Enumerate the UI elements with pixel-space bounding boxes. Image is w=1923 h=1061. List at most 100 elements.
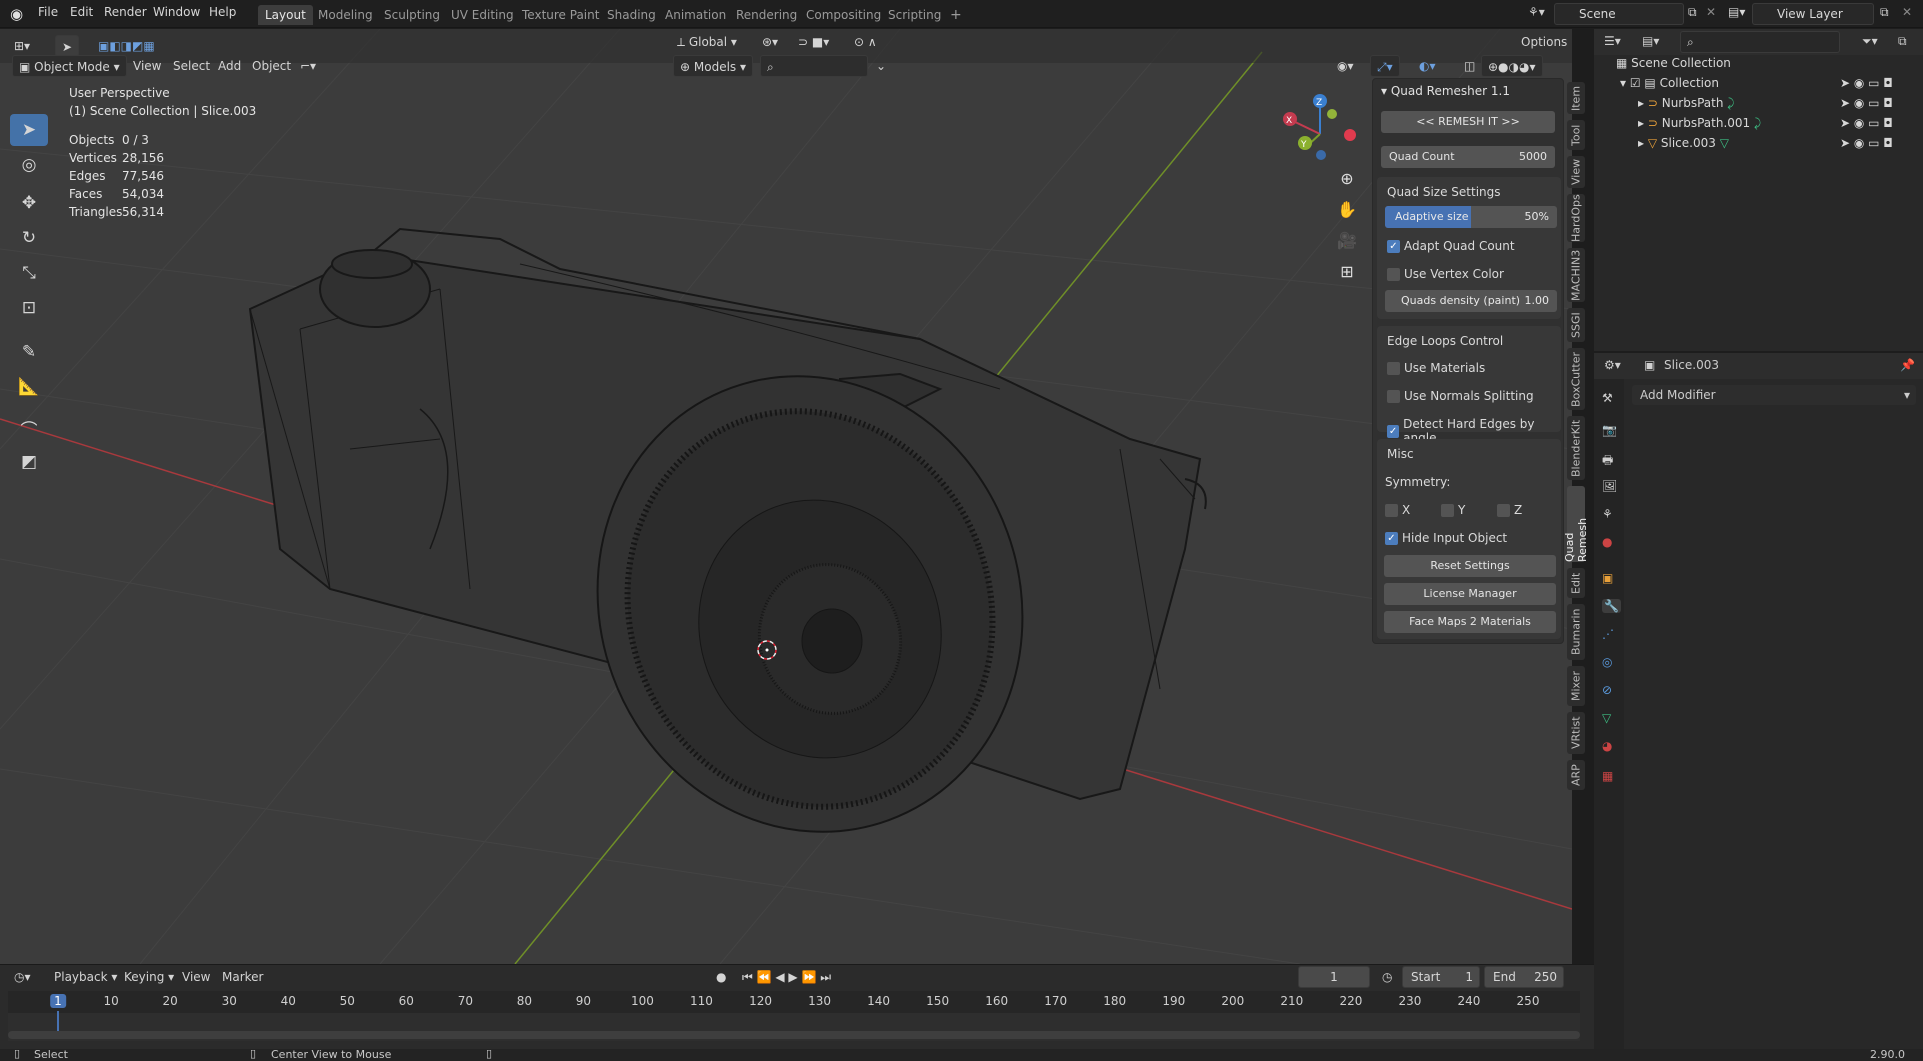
outliner-item-nurbspath-001[interactable]: ▸ ⊃ NurbsPath.001 ⤸ ➤ ◉ ▭ ◘ [1594,113,1923,133]
scene-field[interactable]: Scene [1554,3,1684,25]
adaptive-size-slider[interactable]: Adaptive size 50% [1385,206,1557,228]
gizmo-toggle-icon[interactable]: ⤢▾ [1370,55,1400,77]
row-visibility-icons[interactable]: ➤ ◉ ▭ ◘ [1840,93,1893,113]
tab-scripting[interactable]: Scripting [881,5,948,25]
timeline-scrollbar[interactable] [8,1031,1580,1039]
tab-arp[interactable]: ARP [1567,760,1585,790]
row-visibility-icons[interactable]: ➤ ◉ ▭ ◘ [1840,113,1893,133]
menu-view[interactable]: View [127,55,167,77]
tab-texture-paint[interactable]: Texture Paint [515,5,606,25]
boxcutter-tool-icon[interactable]: ◩ [10,446,48,478]
menu-help[interactable]: Help [209,5,236,19]
symmetry-y-checkbox[interactable]: Y [1441,503,1465,517]
filter-funnel-icon[interactable]: ⏷▾ [1862,34,1878,49]
pan-hand-icon[interactable]: ✋ [1333,196,1361,222]
tab-boxcutter[interactable]: BoxCutter [1567,348,1585,410]
move-tool-icon[interactable]: ✥ [10,187,48,219]
menu-add[interactable]: Add [212,55,247,77]
scene-selector-icon[interactable]: ⚘▾ [1528,5,1545,19]
add-workspace-button[interactable]: + [943,5,969,25]
properties-editor-icon[interactable]: ⚙▾ [1604,358,1621,372]
grease-pencil-icon[interactable]: ⌐▾ [294,55,322,77]
tab-blenderkit[interactable]: BlenderKit [1567,416,1585,480]
tab-view[interactable]: View [1567,156,1585,188]
snap-icon[interactable]: ⊃ ■▾ [792,31,835,53]
remesh-it-button[interactable]: << REMESH IT >> [1381,111,1555,133]
transform-tool-icon[interactable]: ⊡ [10,292,48,324]
quads-density-field[interactable]: Quads density (paint) 1.00 [1385,290,1557,312]
menu-object[interactable]: Object [246,55,297,77]
reset-settings-button[interactable]: Reset Settings [1384,555,1556,577]
options-button[interactable]: Options ▾ [1515,31,1572,71]
pivot-icon[interactable]: ⊛▾ [756,31,784,53]
annotate-tool-icon[interactable]: ✎ [10,336,48,368]
xray-icon[interactable]: ◫ [1458,55,1481,77]
3d-viewport[interactable]: Z X Y ⊞▾ ➤ ▣◧◨◩▦ ▣ Object Mode ▾ View Se… [0,29,1572,964]
curve-tool-icon[interactable]: ⌒ [10,412,48,444]
material-props-icon[interactable]: ◕ [1602,739,1612,753]
zoom-icon[interactable]: ⊕ [1333,165,1361,191]
current-frame-field[interactable]: 1 [1298,966,1370,988]
output-props-icon[interactable]: 🖶 [1602,451,1613,472]
use-normals-checkbox[interactable]: Use Normals Splitting [1387,389,1534,403]
panel-header[interactable]: ▾ Quad Remesher 1.1 [1373,79,1563,103]
modifier-props-icon[interactable]: 🔧 [1602,599,1621,613]
menu-file[interactable]: File [38,5,58,19]
tab-compositing[interactable]: Compositing [799,5,888,25]
row-visibility-icons[interactable]: ➤ ◉ ▭ ◘ [1840,133,1893,153]
render-props-icon[interactable]: 📷 [1602,423,1617,437]
texture-props-icon[interactable]: ▦ [1602,769,1613,783]
measure-tool-icon[interactable]: 📐 [10,371,48,403]
particles-props-icon[interactable]: ⋰ [1602,627,1614,641]
world-props-icon[interactable]: ● [1602,535,1612,549]
add-modifier-dropdown[interactable]: Add Modifier ▾ [1632,385,1916,405]
overlay-toggle-icon[interactable]: ◐▾ [1413,55,1442,77]
delete-scene-icon[interactable]: ✕ [1706,5,1716,19]
tool-props-icon[interactable]: ⚒ [1602,391,1613,405]
symmetry-x-checkbox[interactable]: X [1385,503,1410,517]
physics-props-icon[interactable]: ◎ [1602,655,1612,669]
new-scene-icon[interactable]: ⧉ [1688,5,1697,20]
timeline-view-menu[interactable]: View [176,966,216,988]
tab-tool[interactable]: Tool [1567,120,1585,150]
constraints-props-icon[interactable]: ⊘ [1602,683,1612,697]
visibility-icon[interactable]: ◉▾ [1331,55,1360,77]
outliner-search-input[interactable]: ⌕ [1680,31,1840,53]
marker-menu[interactable]: Marker [216,966,269,988]
tab-hardops[interactable]: HardOps [1567,194,1585,242]
menu-render[interactable]: Render [104,5,147,19]
menu-select[interactable]: Select [167,55,216,77]
mode-dropdown[interactable]: ▣ Object Mode ▾ [12,55,127,77]
orientation-dropdown[interactable]: ⟂ Global ▾ [671,31,743,53]
shading-modes-icons[interactable]: ⊕●◑◕▾ [1481,55,1543,77]
proportional-edit-icon[interactable]: ⊙ ∧ [848,31,883,53]
tab-vrtist[interactable]: VRtist [1567,712,1585,754]
end-frame-field[interactable]: End 250 [1484,966,1564,988]
playback-controls-icons[interactable]: ⏮ ⏪ ◀ ▶ ⏩ ⏭ [736,966,837,988]
rotate-tool-icon[interactable]: ↻ [10,222,48,254]
outliner-collection-row[interactable]: ▾ ☑ ▤ Collection ➤ ◉ ▭ ◘ [1594,73,1923,93]
new-view-layer-icon[interactable]: ⧉ [1880,5,1889,20]
menu-edit[interactable]: Edit [70,5,93,19]
tab-rendering[interactable]: Rendering [729,5,804,25]
row-visibility-icons[interactable]: ➤ ◉ ▭ ◘ [1840,73,1893,93]
tab-layout[interactable]: Layout [258,5,313,25]
menu-window[interactable]: Window [153,5,200,19]
tab-sculpting[interactable]: Sculpting [377,5,447,25]
blender-logo-icon[interactable]: ◉ [10,5,23,23]
tab-machin3[interactable]: MACHIN3 [1567,248,1585,302]
ortho-grid-icon[interactable]: ⊞ [1333,258,1361,284]
outliner-item-slice-003[interactable]: ▸ ▽ Slice.003 ▽ ➤ ◉ ▭ ◘ [1594,133,1923,153]
adapt-quad-count-checkbox[interactable]: ✓ Adapt Quad Count [1387,239,1515,253]
tab-item[interactable]: Item [1567,82,1585,114]
tab-quad-remesh[interactable]: Quad Remesh [1563,486,1589,562]
select-box-tool-icon[interactable]: ➤ [10,114,48,146]
keying-menu[interactable]: Keying ▾ [118,966,180,988]
clock-icon[interactable]: ◷ [1376,966,1398,988]
outliner-item-nurbspath[interactable]: ▸ ⊃ NurbsPath ⤸ ➤ ◉ ▭ ◘ [1594,93,1923,113]
new-collection-icon[interactable]: ⧉ [1898,34,1907,49]
start-frame-field[interactable]: Start 1 [1402,966,1480,988]
timeline-editor-icon[interactable]: ◷▾ [8,966,37,988]
collection-dropdown[interactable]: ⊕ Models ▾ [673,55,753,77]
camera-view-icon[interactable]: 🎥 [1333,227,1361,253]
